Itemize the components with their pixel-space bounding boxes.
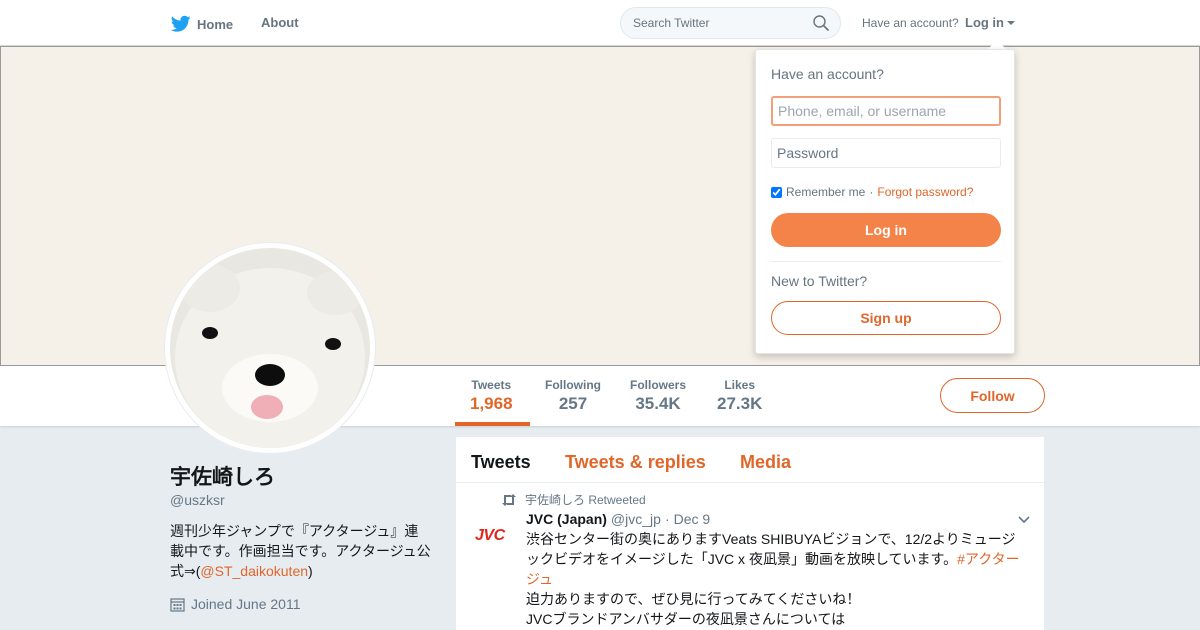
profile-handle: @uszksr (170, 492, 225, 508)
twitter-bird-icon (171, 15, 191, 32)
about-label: About (261, 15, 299, 30)
login-dropdown: Have an account? Remember me · Forgot pa… (755, 49, 1015, 354)
username-field[interactable] (771, 96, 1001, 126)
forgot-password-link[interactable]: Forgot password? (877, 185, 973, 199)
remember-checkbox[interactable] (771, 186, 782, 198)
profile-name: 宇佐崎しろ (170, 466, 275, 489)
dropdown-title: Have an account? (771, 66, 884, 82)
have-account-text: Have an account? (862, 16, 959, 30)
stat-followers[interactable]: Followers 35.4K (630, 378, 686, 414)
remember-row: Remember me · Forgot password? (771, 185, 973, 199)
tweet-text-line1: 渋谷センター街の奥にありますVeats SHIBUYAビジョンで、12/2よりミ… (526, 531, 1016, 567)
stat-value: 257 (558, 394, 588, 413)
active-stat-underline (455, 422, 530, 426)
tweet-date[interactable]: Dec 9 (674, 511, 711, 527)
profile-joined: Joined June 2011 (170, 596, 301, 612)
remember-separator: · (869, 185, 874, 199)
timeline-tabs: Tweets Tweets & replies Media (456, 437, 1044, 483)
search-box (620, 7, 841, 39)
remember-label[interactable]: Remember me (786, 185, 865, 199)
stat-likes[interactable]: Likes 27.3K (717, 378, 762, 414)
stat-tweets[interactable]: Tweets 1,968 (470, 378, 513, 414)
stat-value: 1,968 (470, 394, 513, 413)
joined-text: Joined June 2011 (191, 596, 301, 612)
follow-button[interactable]: Follow (940, 378, 1045, 413)
login-label: Log in (965, 15, 1004, 30)
stat-value: 35.4K (635, 394, 681, 413)
login-button[interactable]: Log in (771, 213, 1001, 247)
tweet-text-line3: JVCブランドアンバサダーの夜凪景さんについては (526, 611, 846, 627)
tweet-text: 渋谷センター街の奥にありますVeats SHIBUYAビジョンで、12/2よりミ… (526, 529, 1026, 629)
retweet-context: 宇佐崎しろ Retweeted (501, 491, 646, 508)
avatar[interactable] (165, 243, 375, 453)
tab-tweets-replies[interactable]: Tweets & replies (565, 452, 706, 473)
top-navigation: Home About Have an account? Log in (0, 0, 1200, 46)
home-label: Home (197, 16, 234, 32)
retweet-icon (502, 493, 516, 506)
tweet-handle[interactable]: @jvc_jp (611, 511, 661, 527)
new-to-twitter-text: New to Twitter? (771, 273, 868, 289)
search-input[interactable] (633, 8, 803, 38)
stat-following[interactable]: Following 257 (545, 378, 601, 414)
login-dropdown-toggle[interactable]: Log in (965, 15, 1015, 30)
stat-label: Followers (630, 378, 687, 392)
tweet-avatar[interactable]: JVC (475, 527, 505, 545)
bio-end: ) (308, 563, 313, 579)
home-link[interactable]: Home (171, 15, 233, 33)
chevron-down-icon[interactable] (1018, 516, 1030, 524)
dropdown-divider (771, 261, 1001, 262)
stat-label: Following (545, 378, 601, 392)
tweet-separator: · (664, 511, 670, 527)
tab-media[interactable]: Media (740, 452, 791, 473)
tab-tweets[interactable]: Tweets (471, 452, 531, 473)
password-field[interactable] (771, 138, 1001, 168)
dropdown-arrow (988, 40, 1006, 49)
profile-bio: 週刊少年ジャンプで『アクタージュ』連載中です。作画担当です。アクタージュ公式⇒(… (170, 521, 432, 581)
bio-mention-link[interactable]: @ST_daikokuten (200, 563, 308, 579)
avatar-image (170, 248, 370, 448)
search-icon[interactable] (813, 15, 829, 31)
signup-button[interactable]: Sign up (771, 301, 1001, 335)
retweeted-by-text: 宇佐崎しろ Retweeted (525, 493, 646, 507)
tweet-author[interactable]: JVC (Japan) (526, 511, 607, 527)
stat-value: 27.3K (717, 394, 763, 413)
stat-label: Tweets (471, 378, 512, 392)
tweet-text-line2: 迫力ありますので、ぜひ見に行ってみてくださいね！ (526, 591, 861, 607)
caret-down-icon (1007, 21, 1015, 25)
about-link[interactable]: About (261, 15, 299, 30)
tweet-header: JVC (Japan) @jvc_jp · Dec 9 (526, 511, 710, 527)
calendar-icon (170, 597, 185, 612)
stat-label: Likes (724, 378, 756, 392)
